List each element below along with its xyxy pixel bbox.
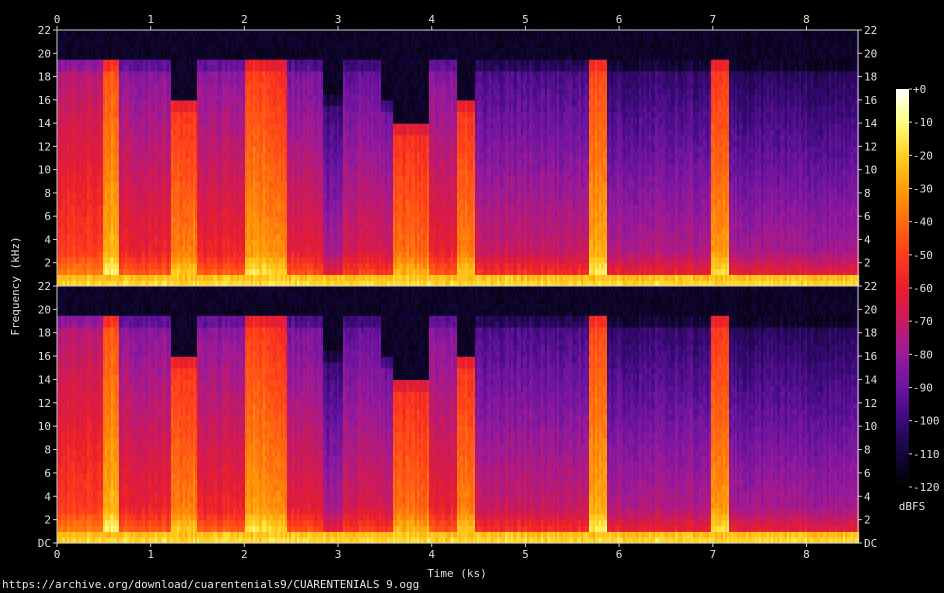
x-tick-label-bottom: 5 xyxy=(522,548,529,561)
x-tick-label-bottom: 1 xyxy=(147,548,154,561)
y-tick-label-channel-1: 6 xyxy=(864,210,871,223)
y-tick-label-channel-2: 8 xyxy=(44,444,51,457)
y-tick-label-channel-2: 20 xyxy=(864,303,877,316)
x-tick-label-top: 6 xyxy=(616,13,623,26)
y-tick-label-channel-2: 6 xyxy=(864,467,871,480)
y-tick-label-channel-2: 12 xyxy=(38,397,51,410)
x-axis-label: Time (ks) xyxy=(427,567,487,580)
y-tick-label-channel-2: 14 xyxy=(38,373,52,386)
y-tick-label-channel-2: 22 xyxy=(38,280,51,293)
y-tick-label-channel-2: 18 xyxy=(38,327,51,340)
colorbar-tick-label: -90 xyxy=(913,382,933,395)
colorbar-tick-label: -110 xyxy=(913,448,940,461)
colorbar-tick-label: +0 xyxy=(913,83,926,96)
y-tick-label-channel-1: 10 xyxy=(38,164,51,177)
spectrogram-panels xyxy=(57,30,860,544)
spectrogram-channel-1 xyxy=(57,30,860,287)
x-tick-label-top: 7 xyxy=(709,13,716,26)
colorbar-tick-label: -30 xyxy=(913,183,933,196)
y-tick-label-channel-1: 20 xyxy=(864,47,877,60)
x-tick-label-bottom: 3 xyxy=(335,548,342,561)
y-tick-label-channel-1: 18 xyxy=(38,71,51,84)
y-tick-label-channel-1: 18 xyxy=(864,71,877,84)
y-tick-label-channel-2: DC xyxy=(864,537,877,550)
x-tick-label-top: 1 xyxy=(147,13,154,26)
y-tick-label-channel-1: 20 xyxy=(38,47,51,60)
y-tick-label-channel-2: 4 xyxy=(864,490,871,503)
y-tick-label-channel-1: 4 xyxy=(864,233,871,246)
x-tick-label-top: 2 xyxy=(241,13,248,26)
y-tick-label-channel-2: 14 xyxy=(864,373,878,386)
x-tick-label-bottom: 7 xyxy=(709,548,716,561)
colorbar-tick-label: -20 xyxy=(913,149,933,162)
y-tick-label-channel-2: 4 xyxy=(44,490,51,503)
x-tick-label-top: 0 xyxy=(54,13,61,26)
colorbar-tick-label: -10 xyxy=(913,116,933,129)
y-tick-label-channel-2: 8 xyxy=(864,444,871,457)
y-tick-label-channel-1: 4 xyxy=(44,233,51,246)
x-tick-label-top: 8 xyxy=(803,13,810,26)
y-tick-label-channel-2: 20 xyxy=(38,303,51,316)
x-tick-label-bottom: 2 xyxy=(241,548,248,561)
x-tick-label-bottom: 6 xyxy=(616,548,623,561)
x-tick-label-top: 4 xyxy=(428,13,435,26)
colorbar-tick-label: -100 xyxy=(913,415,940,428)
colorbar-tick-label: -120 xyxy=(913,481,940,494)
x-tick-label-bottom: 8 xyxy=(803,548,810,561)
y-tick-label-channel-2: 22 xyxy=(864,280,877,293)
y-tick-label-channel-1: 14 xyxy=(38,117,52,130)
y-tick-label-channel-1: 8 xyxy=(864,187,871,200)
x-tick-label-bottom: 4 xyxy=(428,548,435,561)
y-tick-label-channel-1: 6 xyxy=(44,210,51,223)
colorbar: +0 -10 -20 -30 -40 -50 -60 -70 -80 -90 -100 -110 -12… xyxy=(896,83,940,494)
colorbar-tick-label: -60 xyxy=(913,282,933,295)
y-tick-label-channel-1: 2 xyxy=(44,257,51,270)
source-url: https://archive.org/download/cuarentenia… xyxy=(2,578,419,591)
x-tick-label-top: 5 xyxy=(522,13,529,26)
y-tick-label-channel-1: 14 xyxy=(864,117,878,130)
y-tick-label-channel-2: 16 xyxy=(864,350,877,363)
y-tick-label-channel-2: 18 xyxy=(864,327,877,340)
colorbar-tick-label: -70 xyxy=(913,315,933,328)
y-tick-label-channel-1: 16 xyxy=(38,94,51,107)
y-tick-label-channel-1: 16 xyxy=(864,94,877,107)
colorbar-label: dBFS xyxy=(899,500,926,513)
y-axis-label: Frequency (kHz) xyxy=(9,236,22,335)
y-tick-label-channel-2: 16 xyxy=(38,350,51,363)
colorbar-tick-label: -80 xyxy=(913,348,933,361)
colorbar-gradient xyxy=(896,89,909,487)
y-tick-label-channel-2: 2 xyxy=(44,514,51,527)
y-tick-label-channel-1: 22 xyxy=(864,24,877,37)
spectrogram-figure: 0011223344556677882 24 46 68 810 1012 1214 1416… xyxy=(9,13,940,580)
y-tick-label-channel-1: 12 xyxy=(38,140,51,153)
x-tick-label-top: 3 xyxy=(335,13,342,26)
y-tick-label-channel-1: 8 xyxy=(44,187,51,200)
y-tick-label-channel-2: 6 xyxy=(44,467,51,480)
y-tick-label-channel-2: DC xyxy=(38,537,51,550)
y-tick-label-channel-2: 12 xyxy=(864,397,877,410)
y-tick-label-channel-1: 22 xyxy=(38,24,51,37)
y-tick-label-channel-2: 10 xyxy=(864,420,877,433)
x-tick-label-bottom: 0 xyxy=(54,548,61,561)
spectrogram-channel-2 xyxy=(57,286,860,544)
y-tick-label-channel-2: 2 xyxy=(864,514,871,527)
y-tick-label-channel-1: 2 xyxy=(864,257,871,270)
y-tick-label-channel-2: 10 xyxy=(38,420,51,433)
y-tick-label-channel-1: 12 xyxy=(864,140,877,153)
colorbar-tick-label: -50 xyxy=(913,249,933,262)
colorbar-tick-label: -40 xyxy=(913,216,933,229)
y-tick-label-channel-1: 10 xyxy=(864,164,877,177)
